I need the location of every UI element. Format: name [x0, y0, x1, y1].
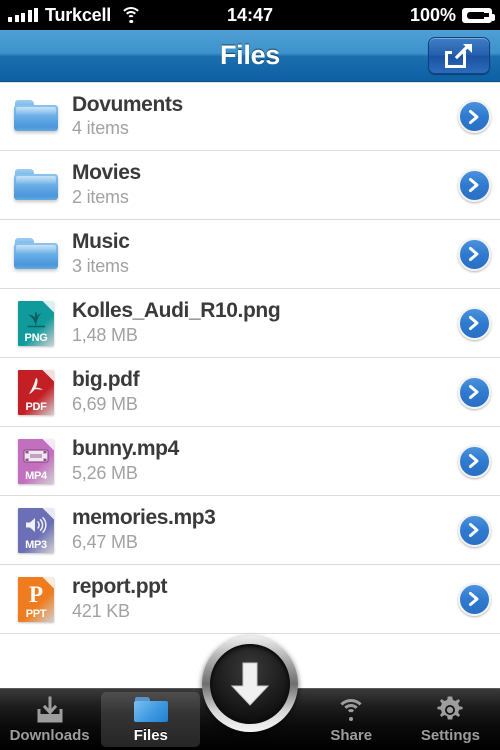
list-item-text: big.pdf 6,69 MB: [62, 368, 448, 416]
list-item-text: Dovuments 4 items: [62, 93, 448, 141]
list-item-title: Music: [72, 230, 130, 254]
list-item-text: report.ppt 421 KB: [62, 575, 448, 623]
list-item[interactable]: PDF big.pdf 6,69 MB: [0, 358, 500, 427]
list-item-title: Kolles_Audi_R10.png: [72, 299, 281, 323]
ppt-file-icon: P PPT: [10, 576, 62, 622]
list-item-title: report.ppt: [72, 575, 168, 599]
svg-text:P: P: [29, 582, 43, 606]
status-bar-right: 100%: [409, 4, 495, 26]
list-item[interactable]: P PPT report.ppt 421 KB: [0, 565, 500, 634]
disclosure-button[interactable]: [448, 306, 500, 340]
download-arrow-icon: [210, 644, 290, 724]
disclosure-button[interactable]: [448, 444, 500, 478]
list-item[interactable]: Music 3 items: [0, 220, 500, 289]
page-title: Files: [219, 40, 281, 70]
list-item-text: Movies 2 items: [62, 161, 448, 209]
disclosure-button[interactable]: [448, 375, 500, 409]
list-item-title: Movies: [72, 161, 141, 185]
tab-settings[interactable]: Settings: [401, 689, 500, 750]
chevron-right-icon: [457, 582, 491, 616]
folder-icon: [10, 100, 62, 133]
tab-files[interactable]: Files: [101, 692, 201, 747]
list-item-detail: 4 items: [72, 118, 129, 139]
tab-label: Settings: [420, 727, 480, 744]
list-item-detail: 2 items: [72, 186, 129, 207]
share-button[interactable]: [428, 37, 490, 74]
mp3-file-icon: MP3: [10, 507, 62, 553]
chevron-right-icon: [457, 168, 491, 202]
download-tray-icon: [36, 695, 64, 725]
file-list: Dovuments 4 items Movies 2 items Music 3 item…: [0, 82, 500, 634]
list-item-title: memories.mp3: [72, 506, 216, 530]
folder-icon: [10, 237, 62, 271]
list-item[interactable]: Dovuments 4 items: [0, 82, 500, 151]
list-item[interactable]: PNG Kolles_Audi_R10.png 1,48 MB: [0, 289, 500, 358]
battery-percent-label: 100%: [409, 4, 456, 25]
wifi-icon: [120, 7, 143, 23]
chevron-right-icon: [457, 513, 491, 547]
list-item-detail: 421 KB: [72, 600, 130, 621]
battery-full-charging-icon: [462, 7, 495, 23]
disclosure-button[interactable]: [448, 100, 500, 133]
pdf-file-icon: PDF: [10, 369, 62, 415]
list-item-detail: 5,26 MB: [72, 462, 138, 483]
status-bar: Turkcell 14:47 100%: [0, 0, 500, 30]
list-item-detail: 6,47 MB: [72, 531, 138, 552]
list-item-text: memories.mp3 6,47 MB: [62, 506, 448, 554]
list-item-detail: 1,48 MB: [72, 324, 138, 345]
download-button[interactable]: [202, 636, 298, 732]
tab-label: Downloads: [9, 727, 90, 744]
list-item-title: big.pdf: [72, 368, 140, 392]
chevron-right-icon: [457, 237, 491, 271]
carrier-label: Turkcell: [45, 4, 112, 25]
list-item-title: Dovuments: [72, 92, 183, 116]
disclosure-button[interactable]: [448, 237, 500, 271]
list-item[interactable]: MP4 bunny.mp4 5,26 MB: [0, 427, 500, 496]
list-item[interactable]: MP3 memories.mp3 6,47 MB: [0, 496, 500, 565]
gear-icon: [435, 695, 465, 725]
disclosure-button[interactable]: [448, 582, 500, 616]
list-item-text: Kolles_Audi_R10.png 1,48 MB: [62, 299, 448, 347]
list-item-detail: 6,69 MB: [72, 393, 138, 414]
list-item[interactable]: Movies 2 items: [0, 151, 500, 220]
tab-label: Share: [330, 727, 373, 744]
mp4-file-icon: MP4: [10, 438, 62, 484]
chevron-right-icon: [457, 306, 491, 340]
share-export-icon: [445, 43, 473, 68]
disclosure-button[interactable]: [448, 513, 500, 547]
folder-icon: [10, 168, 62, 202]
png-file-icon: PNG: [10, 300, 62, 346]
navigation-bar: Files: [0, 30, 500, 82]
list-item-detail: 3 items: [72, 255, 129, 276]
list-item-text: Music 3 items: [62, 230, 448, 278]
wifi-share-icon: [336, 695, 367, 725]
tab-label: Files: [133, 727, 168, 744]
folder-icon: [133, 695, 168, 725]
tab-downloads[interactable]: Downloads: [0, 689, 99, 750]
chevron-right-icon: [457, 100, 491, 133]
chevron-right-icon: [457, 375, 491, 409]
signal-bars-icon: [8, 8, 38, 22]
disclosure-button[interactable]: [448, 168, 500, 202]
chevron-right-icon: [457, 444, 491, 478]
tab-share[interactable]: Share: [302, 689, 401, 750]
list-item-text: bunny.mp4 5,26 MB: [62, 437, 448, 485]
list-item-title: bunny.mp4: [72, 437, 179, 461]
status-bar-left: Turkcell: [8, 4, 143, 26]
